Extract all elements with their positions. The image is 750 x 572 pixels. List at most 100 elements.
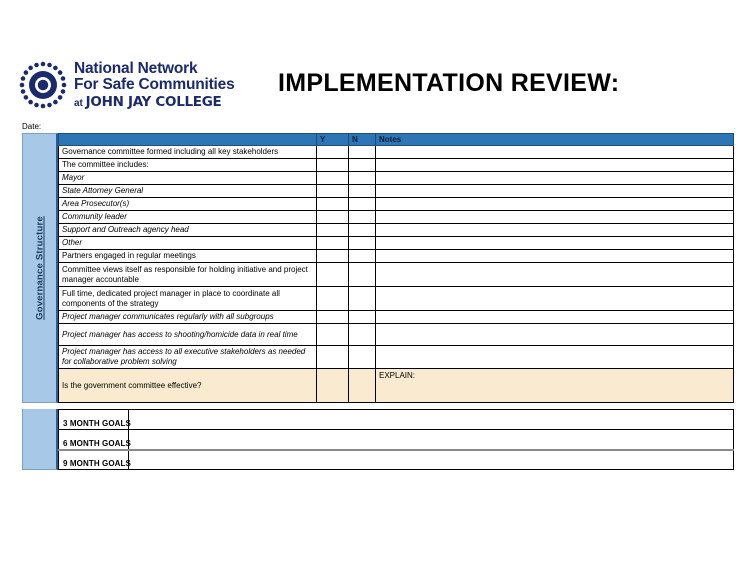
row-notes-cell[interactable] (375, 236, 734, 250)
row-y-cell[interactable] (316, 345, 349, 369)
org-line-1: National Network (74, 60, 198, 77)
row-y-cell[interactable] (316, 210, 349, 224)
goal-row: 3 MONTH GOALS (58, 409, 734, 430)
row-item-label: Partners engaged in regular meetings (58, 249, 317, 263)
row-notes-cell[interactable] (375, 249, 734, 263)
row-y-cell[interactable] (316, 223, 349, 237)
row-y-cell[interactable] (316, 197, 349, 211)
row-n-cell[interactable] (348, 286, 376, 311)
row-item-label: Project manager has access to shooting/h… (58, 323, 317, 346)
row-y-cell[interactable] (316, 323, 349, 346)
goal-label-6-month: 6 MONTH GOALS (58, 429, 131, 451)
row-item-label: State Attorney General (58, 184, 317, 198)
row-item-label: Mayor (58, 171, 317, 185)
row-notes-cell[interactable] (375, 145, 734, 159)
row-n-cell[interactable] (348, 197, 376, 211)
table-row: Partners engaged in regular meetings (58, 249, 734, 263)
row-y-cell[interactable] (316, 368, 349, 403)
row-notes-cell[interactable] (375, 158, 734, 172)
table-row: Area Prosecutor(s) (58, 197, 734, 211)
goal-row: 6 MONTH GOALS (58, 429, 734, 451)
row-notes-cell[interactable] (375, 345, 734, 369)
row-item-label: Project manager has access to all execut… (58, 345, 317, 369)
row-n-cell[interactable] (348, 145, 376, 159)
table-row: Support and Outreach agency head (58, 223, 734, 237)
goal-value-6-month[interactable] (128, 429, 734, 451)
row-n-cell[interactable] (348, 236, 376, 250)
row-n-cell[interactable] (348, 310, 376, 324)
date-field-label: Date: (22, 122, 42, 131)
row-notes-cell[interactable] (375, 223, 734, 237)
row-notes-cell[interactable] (375, 323, 734, 346)
goal-label-3-month: 3 MONTH GOALS (58, 409, 131, 430)
section-side-label: Governance Structure (22, 133, 58, 403)
organization-name: National Network For Safe Communities at… (74, 60, 235, 110)
goal-value-3-month[interactable] (128, 409, 734, 430)
row-y-cell[interactable] (316, 184, 349, 198)
goals-table: 3 MONTH GOALS 6 MONTH GOALS 9 MONTH GOAL… (58, 409, 734, 470)
goal-label-9-month: 9 MONTH GOALS (58, 449, 131, 470)
table-row: Project manager has access to all execut… (58, 345, 734, 369)
row-y-cell[interactable] (316, 171, 349, 185)
column-header-notes: Notes (375, 133, 734, 146)
nnsc-logo-icon (19, 61, 67, 109)
table-row: Community leader (58, 210, 734, 224)
row-n-cell[interactable] (348, 223, 376, 237)
table-row: Other (58, 236, 734, 250)
column-header-y: Y (316, 133, 349, 146)
row-notes-cell[interactable] (375, 210, 734, 224)
row-n-cell[interactable] (348, 171, 376, 185)
row-item-label: Committee views itself as responsible fo… (58, 262, 317, 287)
row-y-cell[interactable] (316, 145, 349, 159)
row-item-label: Full time, dedicated project manager in … (58, 286, 317, 311)
row-notes-cell[interactable] (375, 197, 734, 211)
row-n-cell[interactable] (348, 249, 376, 263)
row-n-cell[interactable] (348, 345, 376, 369)
row-y-cell[interactable] (316, 262, 349, 287)
table-row-highlighted: Is the government committee effective? E… (58, 368, 734, 403)
table-row: Committee views itself as responsible fo… (58, 262, 734, 287)
row-item-label: Governance committee formed including al… (58, 145, 317, 159)
row-notes-explain-cell[interactable]: EXPLAIN: (375, 368, 734, 403)
checklist-table: Y N Notes Governance committee formed in… (58, 133, 734, 403)
row-y-cell[interactable] (316, 286, 349, 311)
row-n-cell[interactable] (348, 184, 376, 198)
row-item-label: Community leader (58, 210, 317, 224)
goals-side-spacer (22, 409, 58, 470)
row-notes-cell[interactable] (375, 184, 734, 198)
table-header-row: Y N Notes (58, 133, 734, 146)
goals-block: 3 MONTH GOALS 6 MONTH GOALS 9 MONTH GOAL… (22, 409, 734, 470)
section-side-label-text: Governance Structure (34, 216, 45, 320)
table-row: State Attorney General (58, 184, 734, 198)
row-notes-cell[interactable] (375, 286, 734, 311)
row-y-cell[interactable] (316, 236, 349, 250)
goal-row: 9 MONTH GOALS (58, 449, 734, 470)
row-n-cell[interactable] (348, 158, 376, 172)
org-line-2: For Safe Communities (74, 76, 235, 94)
table-row: Mayor (58, 171, 734, 185)
org-college-name: JOHN JAY COLLEGE (85, 93, 222, 110)
document-page: National Network For Safe Communities at… (0, 0, 750, 572)
row-notes-cell[interactable] (375, 171, 734, 185)
row-notes-cell[interactable] (375, 310, 734, 324)
page-title: IMPLEMENTATION REVIEW: (278, 69, 620, 97)
org-line-3: at JOHN JAY COLLEGE (74, 93, 235, 110)
table-row: Full time, dedicated project manager in … (58, 286, 734, 311)
column-header-item (58, 133, 317, 146)
governance-structure-block: Governance Structure Y N Notes Governanc… (22, 133, 734, 403)
row-n-cell[interactable] (348, 368, 376, 403)
row-notes-cell[interactable] (375, 262, 734, 287)
goal-value-9-month[interactable] (128, 449, 734, 470)
row-item-label: Area Prosecutor(s) (58, 197, 317, 211)
row-y-cell[interactable] (316, 158, 349, 172)
row-item-label: Other (58, 236, 317, 250)
row-y-cell[interactable] (316, 310, 349, 324)
row-n-cell[interactable] (348, 262, 376, 287)
row-item-label: The committee includes: (58, 158, 317, 172)
table-row: Governance committee formed including al… (58, 145, 734, 159)
row-n-cell[interactable] (348, 210, 376, 224)
column-header-n: N (348, 133, 376, 146)
row-item-label: Project manager communicates regularly w… (58, 310, 317, 324)
row-y-cell[interactable] (316, 249, 349, 263)
row-n-cell[interactable] (348, 323, 376, 346)
